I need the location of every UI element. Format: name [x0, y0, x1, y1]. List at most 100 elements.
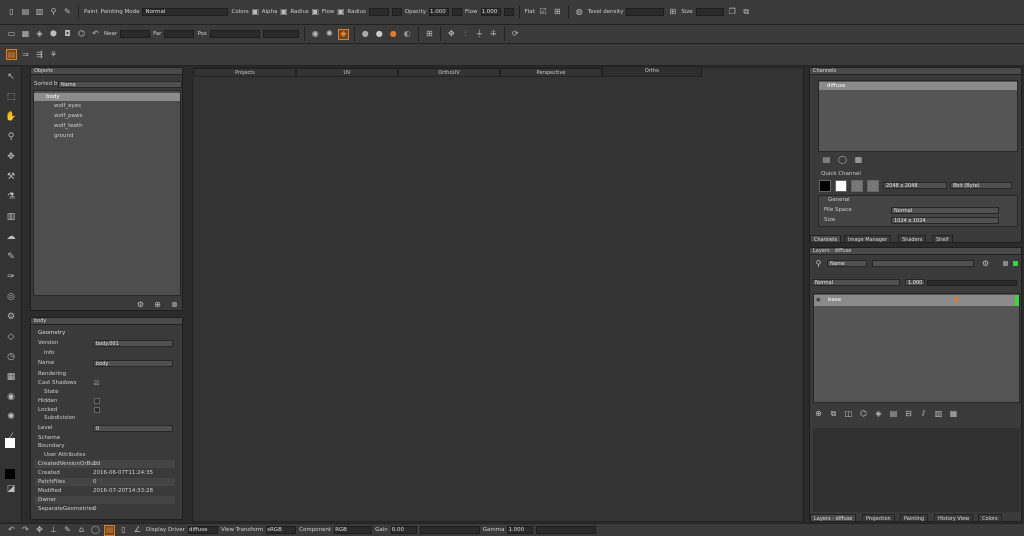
tab-channels[interactable]: Channels: [810, 235, 842, 243]
flow-checkbox-icon[interactable]: ▣: [312, 7, 320, 18]
open-file-icon[interactable]: ▤: [20, 7, 31, 18]
attr-row[interactable]: PatchFiles 0: [35, 478, 175, 486]
layer-new-icon[interactable]: ⊕: [813, 408, 824, 419]
layer-effects-icon[interactable]: ◈: [873, 408, 884, 419]
user-attributes-section[interactable]: User Attributes: [41, 451, 85, 459]
foreground-color-swatch[interactable]: [5, 438, 15, 448]
display-driver-select[interactable]: diffuse: [187, 526, 218, 534]
gain-input[interactable]: 0.00: [390, 526, 417, 534]
colors-checkbox-icon[interactable]: ▣: [251, 7, 259, 18]
channel-merge-icon[interactable]: ▦: [853, 154, 864, 165]
eyedropper-icon[interactable]: ⚗: [5, 191, 17, 203]
tab-projects[interactable]: Projects: [194, 68, 296, 77]
channel-settings-icon[interactable]: ▤: [821, 154, 832, 165]
projection-mode-icon[interactable]: ⇒: [20, 49, 31, 60]
attr-row[interactable]: CreatedVersionOrBuild 1: [35, 460, 175, 468]
tab-layers[interactable]: Layers - diffuse: [810, 514, 857, 522]
shade-material-icon[interactable]: ●: [388, 29, 399, 40]
layer-link-icon[interactable]: ⫽: [918, 408, 929, 419]
copy-icon[interactable]: ❐: [727, 7, 738, 18]
paint-link-icon[interactable]: ⚲: [48, 7, 59, 18]
opacity-input[interactable]: 1.000: [428, 8, 449, 16]
layer-group-icon[interactable]: ⧉: [828, 408, 839, 419]
globe-icon[interactable]: ◍: [574, 7, 585, 18]
mesh-icon[interactable]: ⬢: [48, 29, 59, 40]
redo-icon[interactable]: ↷: [20, 525, 31, 536]
layer-opacity-input[interactable]: 1.000: [905, 279, 925, 286]
colors-toggle[interactable]: Colors: [231, 9, 248, 15]
alpha-toggle[interactable]: Alpha: [262, 9, 278, 15]
hand-icon[interactable]: ✋: [5, 111, 17, 123]
fill-icon[interactable]: ▥: [5, 211, 17, 223]
resolution-select[interactable]: 2048 x 2048: [883, 182, 947, 189]
gain-slider[interactable]: [419, 526, 480, 534]
pan-icon[interactable]: ✥: [34, 525, 45, 536]
new-file-icon[interactable]: ▯: [6, 7, 17, 18]
split-h-icon[interactable]: ⫶: [460, 29, 471, 40]
tab-shaders[interactable]: Shaders: [898, 235, 927, 243]
black-swatch[interactable]: [819, 180, 831, 192]
stamp-mode-icon[interactable]: ⇶: [34, 49, 45, 60]
radius-slider[interactable]: [391, 8, 402, 16]
white-swatch[interactable]: [835, 180, 847, 192]
blend-mode-select[interactable]: Normal: [812, 279, 900, 286]
layer-properties-icon[interactable]: ▦: [948, 408, 959, 419]
object-item-body[interactable]: body: [34, 93, 180, 101]
attr-row[interactable]: Created 2016-06-07T11:24:35: [35, 469, 175, 477]
book-icon[interactable]: ▭: [6, 29, 17, 40]
smudge-icon[interactable]: ☁: [5, 231, 17, 243]
add-object-icon[interactable]: ⊕: [152, 299, 163, 310]
object-item-wolf-teeth[interactable]: wolf_teeth: [34, 122, 180, 130]
swap-colors-icon[interactable]: ◪: [5, 483, 17, 495]
opacity-slider[interactable]: [451, 8, 462, 16]
rendering-section[interactable]: Rendering: [35, 370, 66, 378]
general-section[interactable]: General: [825, 196, 850, 204]
erase-icon[interactable]: ◎: [5, 291, 17, 303]
object-item-wolf-paws[interactable]: wolf_paws: [34, 112, 180, 120]
flow-input[interactable]: 1.000: [480, 8, 501, 16]
level-select[interactable]: 0: [93, 425, 173, 432]
size-field[interactable]: 1024 x 1024: [891, 217, 999, 224]
flow-toggle[interactable]: Flow: [322, 9, 335, 15]
layer-lock-icon[interactable]: [1003, 261, 1008, 266]
tab-colors[interactable]: Colors: [978, 514, 1002, 522]
eraser-icon[interactable]: ◇: [5, 331, 17, 343]
pin-icon[interactable]: ✑: [5, 271, 17, 283]
cube-icon[interactable]: ◈: [34, 29, 45, 40]
sphere-view-icon[interactable]: ◉: [310, 29, 321, 40]
select-box-icon[interactable]: ⬚: [5, 91, 17, 103]
tab-perspective[interactable]: Perspective: [500, 68, 602, 77]
gray-swatch[interactable]: [851, 180, 863, 192]
name-field[interactable]: body: [93, 360, 173, 367]
light-icon[interactable]: ✺: [324, 29, 335, 40]
camera-icon[interactable]: ◘: [62, 29, 73, 40]
shade-smooth-icon[interactable]: ●: [374, 29, 385, 40]
layers-stack-icon[interactable]: ⧉: [741, 7, 752, 18]
shade-flat-icon[interactable]: ●: [360, 29, 371, 40]
tab-shelf[interactable]: Shelf: [932, 235, 953, 243]
tab-projection[interactable]: Projection: [862, 514, 895, 522]
doc-icon[interactable]: ▯: [118, 525, 129, 536]
component-select[interactable]: RGB: [334, 526, 373, 534]
pen-icon[interactable]: ✎: [62, 525, 73, 536]
gray-swatch-2[interactable]: [867, 180, 879, 192]
grid-toggle-icon[interactable]: ⊞: [424, 29, 435, 40]
zoom-icon[interactable]: ⚲: [5, 131, 17, 143]
texel-density-input[interactable]: [626, 8, 665, 16]
locked-checkbox[interactable]: [94, 407, 100, 413]
layout-icon[interactable]: ▦: [20, 29, 31, 40]
tab-uv[interactable]: UV: [296, 68, 398, 77]
far-input[interactable]: [164, 30, 195, 38]
layer-mask-icon[interactable]: ◫: [843, 408, 854, 419]
view-transform-select[interactable]: sRGB: [266, 526, 297, 534]
split-v-icon[interactable]: ⏚: [474, 29, 485, 40]
tab-ortho[interactable]: Ortho: [602, 66, 702, 77]
move-icon[interactable]: ✥: [446, 29, 457, 40]
layer-search-input[interactable]: [872, 260, 974, 267]
channel-add-icon[interactable]: ◯: [837, 154, 848, 165]
brush-tool-icon[interactable]: ✎: [5, 251, 17, 263]
target-icon[interactable]: ◉: [5, 391, 17, 403]
layer-filter-select[interactable]: Name: [827, 260, 867, 267]
info-section[interactable]: Info: [41, 349, 54, 357]
version-select[interactable]: body.001: [93, 340, 173, 347]
